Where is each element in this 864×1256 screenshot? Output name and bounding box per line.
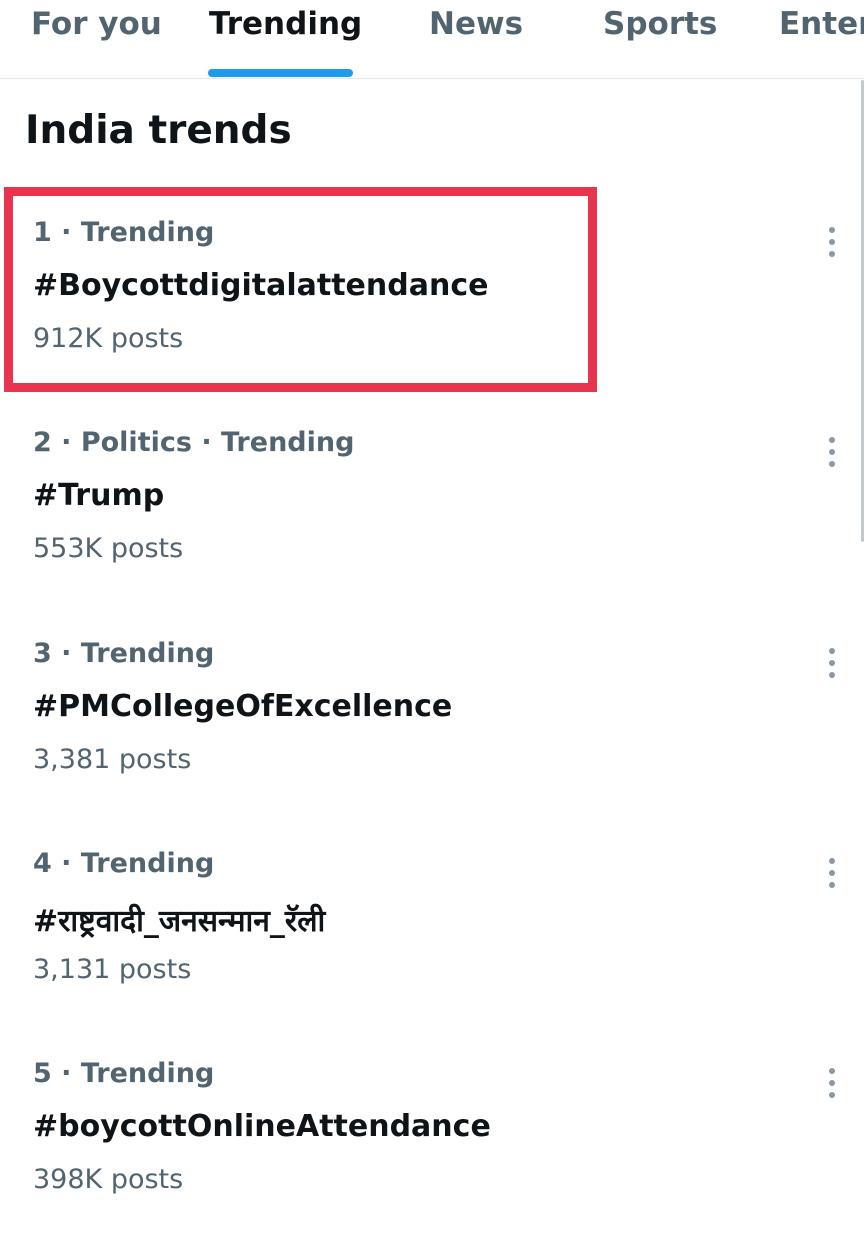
trend-name: #Trump [33, 478, 165, 513]
tab-trending[interactable]: Trending [209, 6, 362, 42]
tab-for-you[interactable]: For you [31, 6, 162, 42]
trend-meta: 3 · Trending [33, 638, 215, 669]
trend-post-count: 3,131 posts [33, 954, 192, 985]
trend-meta: 4 · Trending [33, 848, 215, 879]
trend-meta: 5 · Trending [33, 1058, 215, 1089]
more-vertical-icon[interactable] [826, 435, 838, 469]
trend-name: #boycottOnlineAttendance [33, 1109, 491, 1144]
more-vertical-icon[interactable] [826, 225, 838, 259]
tab-news[interactable]: News [429, 6, 523, 42]
trend-name: #Boycottdigitalattendance [33, 268, 489, 303]
trend-item-1[interactable]: 1 · Trending #Boycottdigitalattendance 9… [0, 205, 864, 415]
trend-item-4[interactable]: 4 · Trending #राष्ट्रवादी_जनसन्मान_रॅली … [0, 836, 864, 1046]
trend-name: #राष्ट्रवादी_जनसन्मान_रॅली [33, 904, 326, 939]
top-tab-bar: For you Trending News Sports Enter [0, 0, 864, 79]
trend-post-count: 3,381 posts [33, 744, 192, 775]
trend-meta: 2 · Politics · Trending [33, 427, 355, 458]
trend-item-3[interactable]: 3 · Trending #PMCollegeOfExcellence 3,38… [0, 626, 864, 836]
more-vertical-icon[interactable] [826, 856, 838, 890]
tab-entertainment[interactable]: Enter [779, 6, 864, 42]
active-tab-indicator [208, 69, 353, 77]
trend-item-5[interactable]: 5 · Trending #boycottOnlineAttendance 39… [0, 1046, 864, 1256]
trend-post-count: 398K posts [33, 1164, 184, 1195]
more-vertical-icon[interactable] [826, 646, 838, 680]
section-title: India trends [25, 108, 292, 153]
trend-name: #PMCollegeOfExcellence [33, 689, 453, 724]
more-vertical-icon[interactable] [826, 1066, 838, 1100]
trend-item-2[interactable]: 2 · Politics · Trending #Trump 553K post… [0, 415, 864, 625]
trend-post-count: 912K posts [33, 323, 184, 354]
tab-sports[interactable]: Sports [603, 6, 717, 42]
trend-post-count: 553K posts [33, 533, 184, 564]
trend-meta: 1 · Trending [33, 217, 215, 248]
